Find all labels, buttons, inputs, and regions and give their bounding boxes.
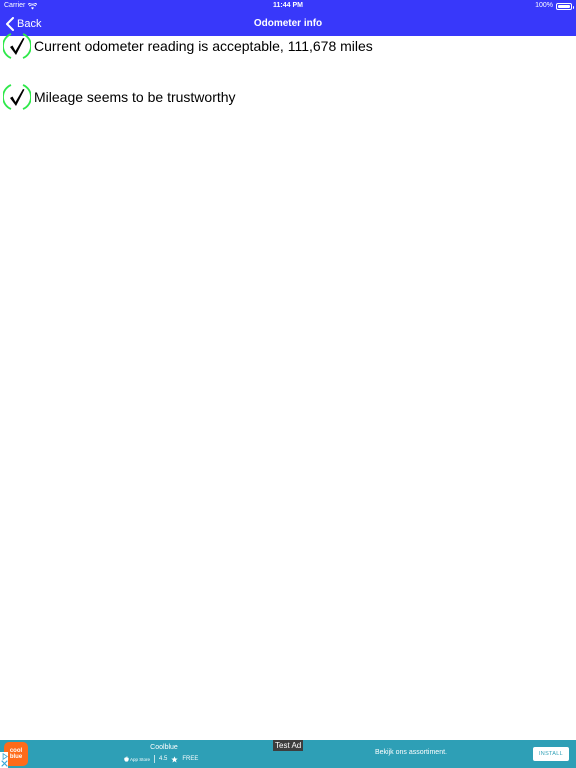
chevron-left-icon [6,17,14,31]
back-button-label: Back [17,18,42,30]
checkmark-icon [3,84,31,110]
checkmark-icon [3,33,31,59]
ad-price: FREE [182,756,199,762]
ad-choices-icon[interactable] [0,752,8,768]
meta-divider [154,755,156,763]
list-item: Mileage seems to be trustworthy [3,82,236,112]
result-text: Current odometer reading is acceptable, … [34,38,373,54]
ad-logo-text-bottom: blue [9,754,23,760]
close-icon [0,760,8,767]
test-ad-label: Test Ad [273,740,304,751]
ad-rating: 4.5 [159,756,168,762]
ad-info-icon [2,753,8,760]
status-bar: Carrier 11:44 PM 100% [0,0,576,12]
ad-app-name[interactable]: Coolblue [124,744,204,751]
status-time: 11:44 PM [273,2,303,9]
install-button[interactable]: INSTALL [533,747,569,761]
battery-percent: 100% [535,2,553,9]
list-item: Current odometer reading is acceptable, … [3,31,373,61]
apple-icon [124,756,129,762]
battery-icon [556,2,574,10]
ad-tagline[interactable]: Bekijk ons assortiment. [375,749,447,756]
app-store-badge: App Store [124,756,150,762]
result-text: Mileage seems to be trustworthy [34,89,236,105]
battery-indicator: 100% [535,0,574,12]
star-icon [171,755,179,762]
app-store-label: App Store [130,756,151,762]
ad-app-meta: App Store 4.5 FREE [124,755,198,763]
